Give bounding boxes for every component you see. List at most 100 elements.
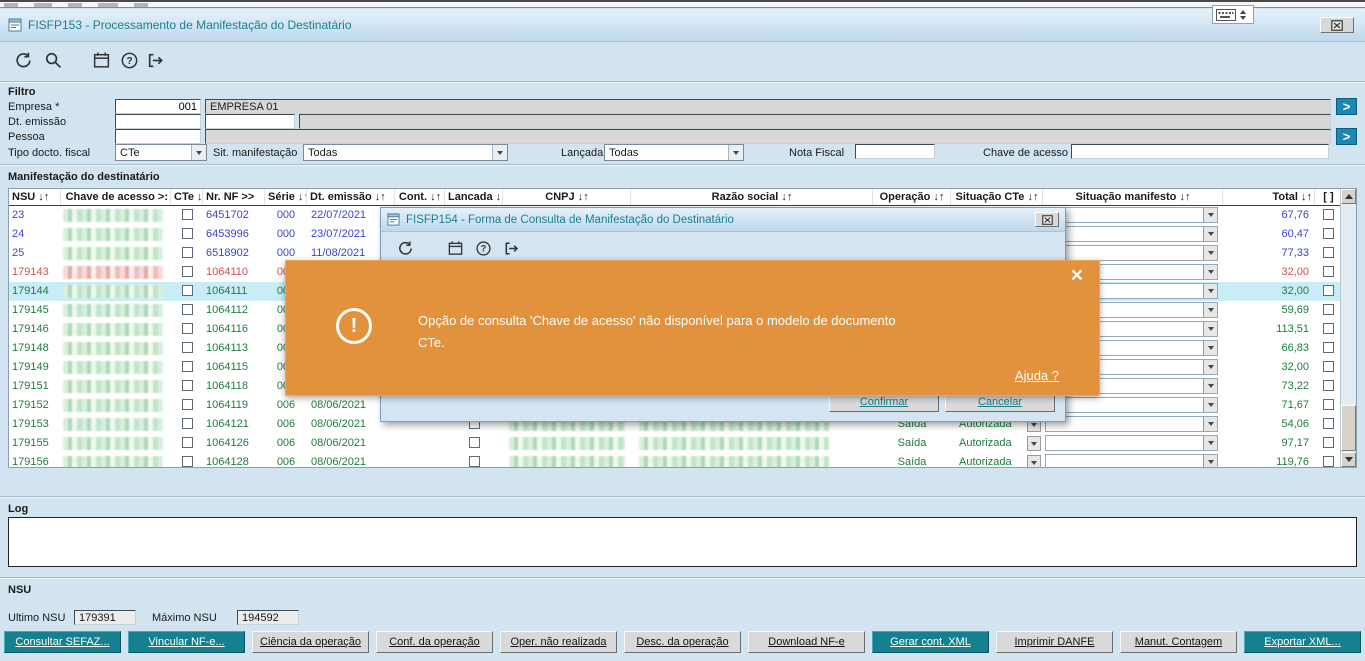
lancada-checkbox[interactable]	[468, 436, 480, 448]
exit-button[interactable]	[142, 47, 168, 73]
dialog-close-button[interactable]	[1035, 212, 1059, 227]
dialog-exit-button[interactable]	[499, 236, 523, 260]
situacao-manifesto-combo[interactable]	[1045, 397, 1218, 413]
column-header-cnpj[interactable]: CNPJ ↓↑	[503, 189, 631, 205]
situacao-manifesto-dropdown[interactable]	[1203, 341, 1217, 355]
column-header-serie[interactable]: Série ↓↑	[265, 189, 307, 205]
alert-help-link[interactable]: Ajuda ?	[1015, 368, 1059, 383]
situacao-manifesto-combo[interactable]	[1045, 226, 1218, 242]
column-header-nsu[interactable]: NSU ↓↑	[9, 189, 61, 205]
row-select-checkbox[interactable]	[1323, 227, 1334, 239]
situacao-manifesto-dropdown[interactable]	[1203, 246, 1217, 260]
keyboard-toolbar-widget[interactable]	[1212, 5, 1254, 24]
action-download-nf-e[interactable]: Download NF-e	[748, 631, 865, 653]
situacao-manifesto-dropdown[interactable]	[1203, 455, 1217, 467]
action-ciencia-da-operacao[interactable]: Ciência da operação	[252, 631, 369, 653]
row-select-checkbox[interactable]	[1323, 436, 1334, 448]
row-select-checkbox[interactable]	[1323, 303, 1334, 315]
cte-checkbox[interactable]	[181, 379, 193, 391]
scroll-up-button[interactable]	[1341, 189, 1356, 204]
situacao-manifesto-dropdown[interactable]	[1203, 227, 1217, 241]
row-select-checkbox[interactable]	[1323, 341, 1334, 353]
column-header-dt-emissao[interactable]: Dt. emissão ↓↑	[307, 189, 395, 205]
action-gerar-cont-xml[interactable]: Gerar cont. XML	[872, 631, 989, 653]
situacao-manifesto-dropdown[interactable]	[1203, 398, 1217, 412]
cte-checkbox[interactable]	[181, 284, 193, 296]
dialog-titlebar[interactable]: FISFP154 - Forma de Consulta de Manifest…	[381, 208, 1065, 232]
cte-checkbox[interactable]	[181, 436, 193, 448]
cte-checkbox[interactable]	[181, 322, 193, 334]
tipo-docto-combo[interactable]: CTe	[115, 144, 207, 161]
dt-emissao-input-2[interactable]	[205, 114, 295, 129]
alert-close-icon[interactable]: ×	[1071, 265, 1083, 287]
help-button[interactable]: ?	[116, 47, 142, 73]
column-header-situacao-manifesto[interactable]: Situação manifesto ↓↑	[1043, 189, 1223, 205]
chave-acesso-input[interactable]	[1071, 144, 1329, 159]
cte-checkbox[interactable]	[181, 265, 193, 277]
action-desc-da-operacao[interactable]: Desc. da operação	[624, 631, 741, 653]
column-header-col[interactable]: [ ]	[1315, 189, 1342, 205]
situacao-manifesto-combo[interactable]	[1045, 245, 1218, 261]
chevron-down-icon[interactable]	[728, 145, 743, 160]
situacao-manifesto-combo[interactable]	[1045, 435, 1218, 451]
action-exportar-xml[interactable]: Exportar XML...	[1244, 631, 1361, 653]
column-header-chave-de-acesso[interactable]: Chave de acesso >:	[61, 189, 171, 205]
window-titlebar[interactable]: FISFP153 - Processamento de Manifestação…	[0, 9, 1365, 42]
row-select-checkbox[interactable]	[1323, 284, 1334, 296]
cte-checkbox[interactable]	[181, 208, 193, 220]
situacao-manifesto-dropdown[interactable]	[1203, 322, 1217, 336]
cte-checkbox[interactable]	[181, 360, 193, 372]
pessoa-lookup-button[interactable]: >	[1336, 128, 1357, 145]
vertical-scrollbar[interactable]	[1340, 189, 1356, 467]
column-header-cont[interactable]: Cont. ↓↑	[395, 189, 445, 205]
nota-fiscal-input[interactable]	[855, 144, 935, 159]
situacao-manifesto-dropdown[interactable]	[1203, 417, 1217, 431]
pessoa-input[interactable]	[115, 129, 201, 144]
dialog-help-button[interactable]: ?	[471, 236, 495, 260]
situacao-manifesto-combo[interactable]	[1045, 454, 1218, 467]
situacao-manifesto-combo[interactable]	[1045, 207, 1218, 223]
row-select-checkbox[interactable]	[1323, 246, 1334, 258]
column-header-razao-social[interactable]: Razão social ↓↑	[631, 189, 873, 205]
row-select-checkbox[interactable]	[1323, 417, 1334, 429]
cte-checkbox[interactable]	[181, 246, 193, 258]
situacao-manifesto-dropdown[interactable]	[1203, 284, 1217, 298]
row-select-checkbox[interactable]	[1323, 208, 1334, 220]
cte-checkbox[interactable]	[181, 227, 193, 239]
table-row-nsu-179155[interactable]: 179155 1064126 006 08/06/2021 Saída Autorizad…	[9, 434, 1340, 453]
situacao-manifesto-dropdown[interactable]	[1203, 265, 1217, 279]
cte-checkbox[interactable]	[181, 417, 193, 429]
action-imprimir-danfe[interactable]: Imprimir DANFE	[996, 631, 1113, 653]
window-close-button[interactable]	[1320, 17, 1354, 33]
cte-checkbox[interactable]	[181, 341, 193, 353]
empresa-code-input[interactable]	[115, 99, 201, 114]
row-select-checkbox[interactable]	[1323, 455, 1334, 467]
chevron-down-icon[interactable]	[492, 145, 507, 160]
cte-checkbox[interactable]	[181, 303, 193, 315]
chevron-down-icon[interactable]	[191, 145, 206, 160]
scroll-down-button[interactable]	[1341, 452, 1356, 467]
table-row-nsu-179156[interactable]: 179156 1064128 006 08/06/2021 Saída Autorizad…	[9, 453, 1340, 467]
situacao-cte-dropdown[interactable]	[1027, 455, 1041, 467]
row-select-checkbox[interactable]	[1323, 398, 1334, 410]
column-header-cte[interactable]: CTe ↓↑	[171, 189, 203, 205]
action-manut-contagem[interactable]: Manut. Contagem	[1120, 631, 1237, 653]
situacao-manifesto-dropdown[interactable]	[1203, 379, 1217, 393]
cte-checkbox[interactable]	[181, 455, 193, 467]
action-oper-nao-realizada[interactable]: Oper. não realizada	[500, 631, 617, 653]
action-consultar-sefaz[interactable]: Consultar SEFAZ...	[4, 631, 121, 653]
column-header-total[interactable]: Total ↓↑	[1223, 189, 1315, 205]
action-vincular-nf-e[interactable]: Vincular NF-e...	[128, 631, 245, 653]
empresa-lookup-button[interactable]: >	[1336, 98, 1357, 115]
row-select-checkbox[interactable]	[1323, 379, 1334, 391]
column-header-lancada[interactable]: Lancada ↓↑	[445, 189, 503, 205]
situacao-manifesto-dropdown[interactable]	[1203, 436, 1217, 450]
row-select-checkbox[interactable]	[1323, 322, 1334, 334]
situacao-manifesto-combo[interactable]	[1045, 416, 1218, 432]
refresh-button[interactable]	[10, 47, 36, 73]
situacao-cte-dropdown[interactable]	[1027, 436, 1041, 451]
search-button[interactable]	[40, 47, 66, 73]
spinner-buttons[interactable]	[1240, 9, 1246, 20]
column-header-nr-nf[interactable]: Nr. NF >>	[203, 189, 265, 205]
dt-emissao-input-1[interactable]	[115, 114, 201, 129]
